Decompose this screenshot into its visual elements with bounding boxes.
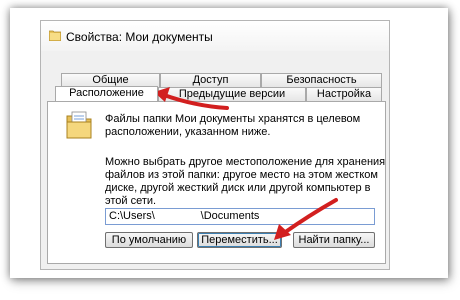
documents-folder-icon (66, 111, 92, 139)
folder-icon (49, 30, 61, 41)
tab-sharing[interactable]: Доступ (160, 73, 261, 87)
description-line-1: Можно выбрать другое местоположение для … (105, 156, 386, 168)
restore-default-button[interactable]: По умолчанию (105, 232, 193, 248)
tab-security[interactable]: Безопасность (261, 73, 382, 87)
title-bar[interactable]: Свойства: Мои документы (41, 21, 389, 51)
description-line-4: этой сети. (105, 195, 157, 207)
tab-previous-versions[interactable]: Предыдущие версии (158, 87, 306, 101)
window-title: Свойства: Мои документы (66, 30, 213, 44)
description-line-3: диске, другой жесткий диск или другой ко… (105, 182, 371, 194)
move-button[interactable]: Переместить... (197, 232, 282, 248)
folder-path-input[interactable]: C:\Users\ \Documents (105, 208, 375, 225)
info-text-line-2: расположении, указанном ниже. (105, 126, 271, 138)
description-line-2: файлов из этой папки: другое место на эт… (105, 169, 378, 181)
tab-general[interactable]: Общие (61, 73, 160, 87)
info-text-line-1: Файлы папки Мои документы хранятся в цел… (105, 113, 361, 125)
tab-location[interactable]: Расположение (55, 86, 158, 101)
find-folder-button[interactable]: Найти папку... (293, 232, 375, 248)
tab-customize[interactable]: Настройка (306, 87, 382, 101)
